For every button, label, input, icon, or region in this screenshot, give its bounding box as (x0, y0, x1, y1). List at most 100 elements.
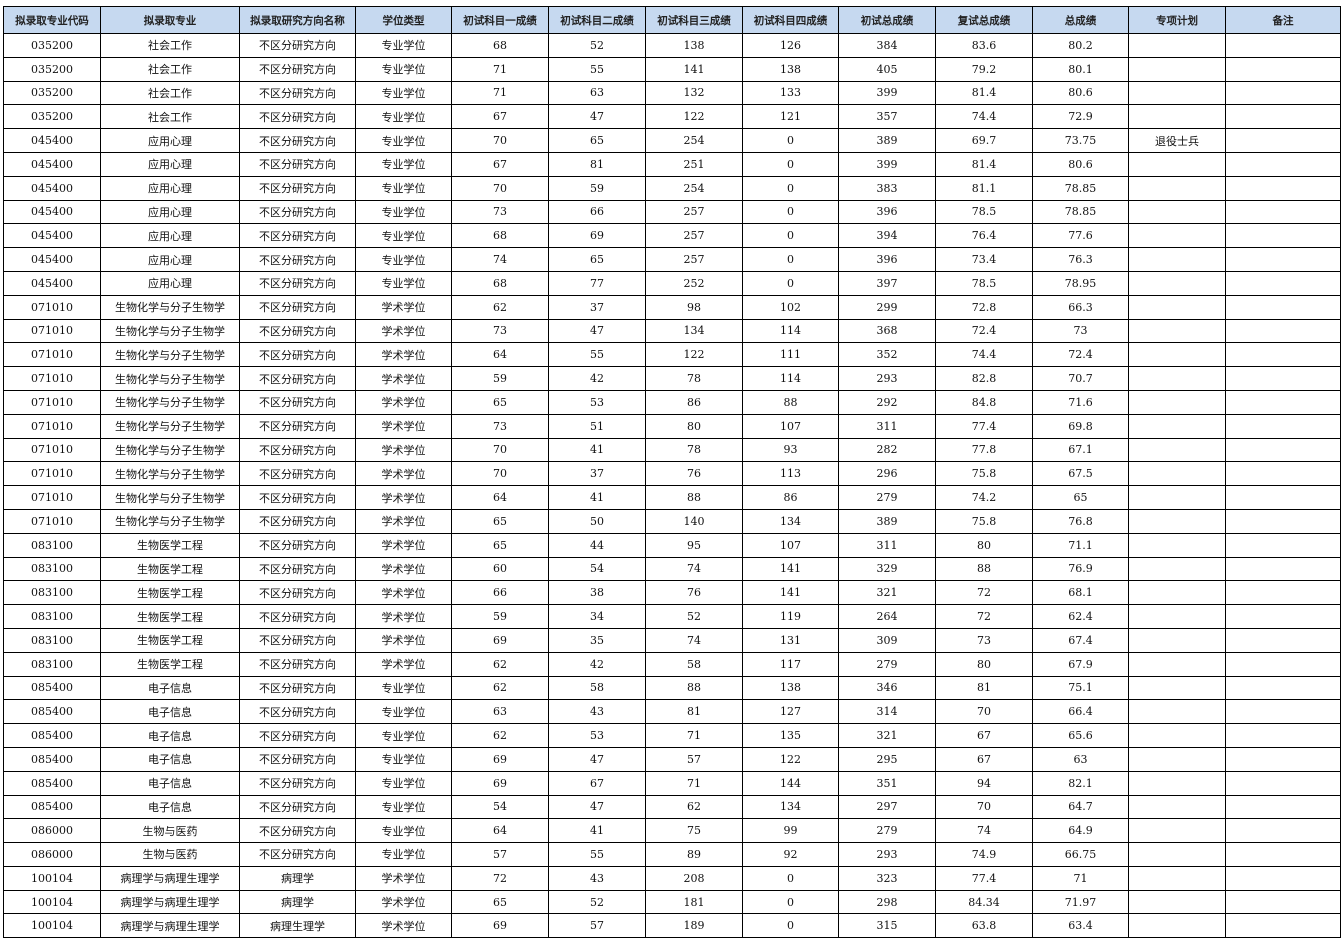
cell-subject-2[interactable]: 44 (548, 532, 646, 558)
cell-retest-total[interactable]: 78.5 (935, 270, 1033, 296)
column-header-subject-3[interactable]: 初试科目三成绩 (645, 6, 743, 34)
cell-subject-4[interactable]: 134 (742, 508, 839, 534)
cell-degree-type[interactable]: 学术学位 (355, 532, 452, 558)
cell-major[interactable]: 电子信息 (100, 794, 240, 820)
cell-initial-total[interactable]: 383 (838, 175, 936, 201)
column-header-research-direction[interactable]: 拟录取研究方向名称 (239, 6, 356, 34)
cell-subject-3[interactable]: 254 (645, 128, 743, 153)
cell-retest-total[interactable]: 67 (935, 723, 1033, 748)
cell-initial-total[interactable]: 384 (838, 33, 936, 58)
cell-overall-total[interactable]: 71.1 (1032, 532, 1129, 558)
cell-initial-total[interactable]: 314 (838, 699, 936, 725)
cell-major[interactable]: 生物化学与分子生物学 (100, 342, 240, 368)
cell-major[interactable]: 应用心理 (100, 151, 240, 177)
cell-special-plan[interactable] (1128, 913, 1226, 939)
cell-overall-total[interactable]: 77.6 (1032, 223, 1129, 249)
cell-remarks[interactable] (1225, 80, 1341, 106)
cell-retest-total[interactable]: 81.4 (935, 151, 1033, 177)
cell-special-plan[interactable] (1128, 865, 1226, 891)
column-header-subject-2[interactable]: 初试科目二成绩 (548, 6, 646, 34)
cell-retest-total[interactable]: 83.6 (935, 33, 1033, 58)
cell-special-plan[interactable] (1128, 294, 1226, 320)
cell-special-plan[interactable] (1128, 175, 1226, 201)
cell-major-code[interactable]: 071010 (3, 413, 101, 439)
cell-subject-4[interactable]: 134 (742, 794, 839, 820)
cell-major[interactable]: 应用心理 (100, 128, 240, 153)
cell-subject-3[interactable]: 252 (645, 270, 743, 296)
cell-subject-1[interactable]: 73 (451, 199, 549, 225)
cell-major-code[interactable]: 085400 (3, 770, 101, 796)
cell-remarks[interactable] (1225, 56, 1341, 82)
cell-retest-total[interactable]: 75.8 (935, 508, 1033, 534)
cell-subject-1[interactable]: 70 (451, 461, 549, 487)
cell-subject-4[interactable]: 0 (742, 151, 839, 177)
cell-subject-3[interactable]: 98 (645, 294, 743, 320)
cell-subject-2[interactable]: 57 (548, 913, 646, 939)
cell-major[interactable]: 生物化学与分子生物学 (100, 294, 240, 320)
cell-research-direction[interactable]: 不区分研究方向 (239, 723, 356, 748)
cell-subject-3[interactable]: 62 (645, 794, 743, 820)
cell-subject-1[interactable]: 68 (451, 33, 549, 58)
cell-subject-2[interactable]: 41 (548, 437, 646, 463)
column-header-overall-total[interactable]: 总成绩 (1032, 6, 1129, 34)
cell-special-plan[interactable] (1128, 247, 1226, 272)
cell-subject-3[interactable]: 95 (645, 532, 743, 558)
cell-major-code[interactable]: 086000 (3, 842, 101, 867)
cell-retest-total[interactable]: 74.4 (935, 104, 1033, 130)
cell-degree-type[interactable]: 专业学位 (355, 770, 452, 796)
cell-subject-1[interactable]: 62 (451, 651, 549, 677)
cell-subject-1[interactable]: 69 (451, 627, 549, 653)
cell-major-code[interactable]: 083100 (3, 627, 101, 653)
cell-special-plan[interactable] (1128, 413, 1226, 439)
cell-special-plan[interactable] (1128, 699, 1226, 725)
cell-subject-1[interactable]: 63 (451, 699, 549, 725)
cell-initial-total[interactable]: 321 (838, 723, 936, 748)
cell-overall-total[interactable]: 72.4 (1032, 342, 1129, 368)
cell-subject-2[interactable]: 47 (548, 318, 646, 344)
cell-initial-total[interactable]: 389 (838, 508, 936, 534)
cell-retest-total[interactable]: 69.7 (935, 128, 1033, 153)
cell-major-code[interactable]: 035200 (3, 80, 101, 106)
cell-research-direction[interactable]: 不区分研究方向 (239, 461, 356, 487)
cell-overall-total[interactable]: 65 (1032, 485, 1129, 510)
cell-subject-2[interactable]: 47 (548, 746, 646, 772)
cell-overall-total[interactable]: 73.75 (1032, 128, 1129, 153)
cell-subject-2[interactable]: 37 (548, 294, 646, 320)
cell-subject-1[interactable]: 64 (451, 342, 549, 368)
cell-remarks[interactable] (1225, 865, 1341, 891)
cell-subject-4[interactable]: 0 (742, 175, 839, 201)
cell-subject-2[interactable]: 63 (548, 80, 646, 106)
cell-subject-1[interactable]: 64 (451, 485, 549, 510)
cell-special-plan[interactable] (1128, 818, 1226, 844)
cell-retest-total[interactable]: 84.8 (935, 389, 1033, 415)
cell-major[interactable]: 病理学与病理生理学 (100, 913, 240, 939)
cell-subject-3[interactable]: 257 (645, 199, 743, 225)
cell-special-plan[interactable] (1128, 199, 1226, 225)
cell-degree-type[interactable]: 专业学位 (355, 270, 452, 296)
cell-subject-3[interactable]: 257 (645, 223, 743, 249)
cell-major-code[interactable]: 045400 (3, 175, 101, 201)
cell-major-code[interactable]: 086000 (3, 818, 101, 844)
cell-subject-1[interactable]: 70 (451, 437, 549, 463)
cell-major[interactable]: 电子信息 (100, 675, 240, 701)
cell-research-direction[interactable]: 不区分研究方向 (239, 818, 356, 844)
cell-major[interactable]: 生物医学工程 (100, 627, 240, 653)
cell-research-direction[interactable]: 不区分研究方向 (239, 485, 356, 510)
cell-subject-2[interactable]: 35 (548, 627, 646, 653)
cell-overall-total[interactable]: 68.1 (1032, 580, 1129, 606)
cell-special-plan[interactable] (1128, 56, 1226, 82)
cell-initial-total[interactable]: 292 (838, 389, 936, 415)
cell-retest-total[interactable]: 80 (935, 651, 1033, 677)
cell-major[interactable]: 社会工作 (100, 56, 240, 82)
cell-remarks[interactable] (1225, 485, 1341, 510)
cell-subject-4[interactable]: 144 (742, 770, 839, 796)
cell-subject-1[interactable]: 69 (451, 770, 549, 796)
cell-subject-4[interactable]: 126 (742, 33, 839, 58)
cell-subject-1[interactable]: 70 (451, 128, 549, 153)
cell-remarks[interactable] (1225, 128, 1341, 153)
cell-subject-3[interactable]: 208 (645, 865, 743, 891)
cell-degree-type[interactable]: 专业学位 (355, 80, 452, 106)
column-header-major[interactable]: 拟录取专业 (100, 6, 240, 34)
cell-subject-4[interactable]: 111 (742, 342, 839, 368)
cell-retest-total[interactable]: 70 (935, 794, 1033, 820)
